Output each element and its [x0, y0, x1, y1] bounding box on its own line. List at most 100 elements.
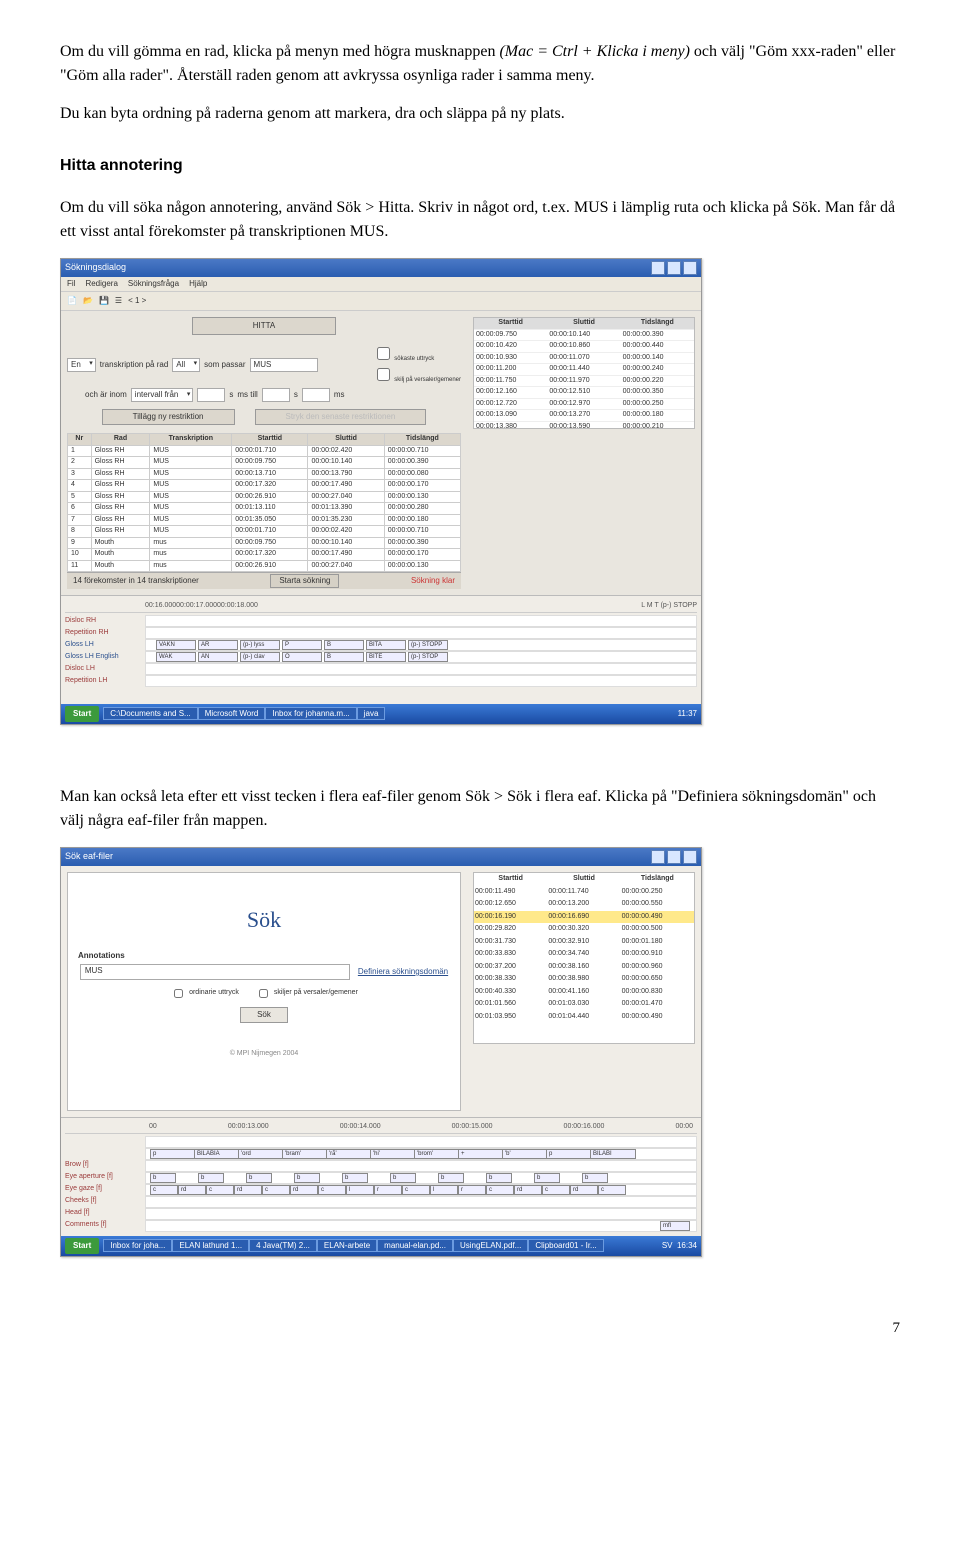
windows-taskbar-2[interactable]: Start Inbox for joha...ELAN lathund 1...…: [61, 1236, 701, 1256]
tier-row[interactable]: pBILABIA'ord'bram''rã''hi''brom'+'b'pBIL…: [65, 1148, 697, 1160]
toolbar-icon[interactable]: 📂: [83, 295, 93, 307]
table-row[interactable]: 00:00:16.19000:00:16.69000:00:00.490: [474, 911, 694, 924]
tier-row[interactable]: Eye gaze [f]crdcrdcrdclrclrcrdcrdc: [65, 1184, 697, 1196]
table-row[interactable]: 00:00:29.82000:00:30.32000:00:00.500: [474, 923, 694, 936]
table-row[interactable]: 5Gloss RHMUS00:00:26.91000:00:27.04000:0…: [68, 491, 461, 503]
define-domain-link[interactable]: Definiera sökningsdomän: [358, 966, 448, 978]
table-row[interactable]: 00:00:12.65000:00:13.20000:00:00.550: [474, 898, 694, 911]
start-search-button[interactable]: Starta sökning: [270, 574, 339, 588]
close-icon[interactable]: [683, 850, 697, 864]
add-restriction-button[interactable]: Tillägg ny restriktion: [102, 409, 235, 425]
table-row[interactable]: 11Mouthmus00:00:26.91000:00:27.04000:00:…: [68, 560, 461, 572]
tier-row[interactable]: Brow [f]: [65, 1160, 697, 1172]
table-row[interactable]: 00:00:13.09000:00:13.27000:00:00.180: [474, 410, 694, 422]
tier-row[interactable]: Comments [f]mfl: [65, 1220, 697, 1232]
tier-timeline-2[interactable]: 00 00:00:13.000 00:00:14.000 00:00:15.00…: [61, 1117, 701, 1236]
search-input[interactable]: MUS: [250, 358, 318, 372]
cb-skilj[interactable]: skilj på versaler/gemener: [373, 365, 461, 385]
menu-bar[interactable]: Fil Redigera Sökningsfråga Hjälp: [61, 277, 701, 292]
maximize-icon[interactable]: [667, 261, 681, 275]
toolbar[interactable]: 📄 📂 💾 ☰ < 1 >: [61, 292, 701, 311]
windows-taskbar[interactable]: Start C:\Documents and S...Microsoft Wor…: [61, 704, 701, 724]
table-row[interactable]: 00:00:12.72000:00:12.97000:00:00.250: [474, 398, 694, 410]
tier-row[interactable]: Eye aperture [f]bbbbbbbbbb: [65, 1172, 697, 1184]
start-button[interactable]: Start: [65, 706, 99, 722]
cb-sokaste[interactable]: sökaste uttryck: [373, 344, 461, 364]
table-row[interactable]: 00:00:10.93000:00:11.07000:00:00.140: [474, 352, 694, 364]
system-tray-2[interactable]: SV 16:34: [662, 1240, 697, 1252]
tier-row[interactable]: Gloss LHVAKNAR(p-) lyssPBBITA(p-) STOPP: [65, 639, 697, 651]
menu-fil[interactable]: Fil: [67, 278, 75, 290]
taskbar-item[interactable]: manual-elan.pd...: [377, 1239, 453, 1252]
select-intervall[interactable]: intervall från: [131, 388, 194, 402]
close-icon[interactable]: [683, 261, 697, 275]
start-button-2[interactable]: Start: [65, 1238, 99, 1254]
window-titlebar[interactable]: Sökningsdialog: [61, 259, 701, 277]
table-row[interactable]: 00:00:31.73000:00:32.91000:00:01.180: [474, 936, 694, 949]
search-field[interactable]: MUS: [80, 964, 350, 980]
table-row[interactable]: 4Gloss RHMUS00:00:17.32000:00:17.49000:0…: [68, 480, 461, 492]
tier-row[interactable]: Cheeks [f]: [65, 1196, 697, 1208]
window-titlebar-2[interactable]: Sök eaf-filer: [61, 848, 701, 866]
table-row[interactable]: 00:00:10.42000:00:10.86000:00:00.440: [474, 341, 694, 353]
taskbar-item[interactable]: 4 Java(TM) 2...: [249, 1239, 317, 1252]
taskbar-item[interactable]: Inbox for joha...: [103, 1239, 172, 1252]
sok-button[interactable]: Sök: [240, 1007, 288, 1023]
system-tray[interactable]: 11:37: [678, 708, 697, 720]
select-all[interactable]: All: [172, 358, 200, 372]
menu-sokningsfraga[interactable]: Sökningsfråga: [128, 278, 179, 290]
menu-redigera[interactable]: Redigera: [85, 278, 117, 290]
menu-hjalp[interactable]: Hjälp: [189, 278, 207, 290]
minimize-icon[interactable]: [651, 850, 665, 864]
tier-row[interactable]: Disloc RH: [65, 615, 697, 627]
toolbar-icon[interactable]: ☰: [115, 295, 122, 307]
tier-timeline[interactable]: 00:16.000 00:00:17.000 00:00:18.000 L M …: [61, 595, 701, 704]
table-row[interactable]: 00:00:09.75000:00:10.14000:00:00.390: [474, 329, 694, 341]
table-row[interactable]: 00:00:11.20000:00:11.44000:00:00.240: [474, 364, 694, 376]
tier-row[interactable]: [65, 1136, 697, 1148]
toolbar-icon[interactable]: < 1 >: [128, 295, 146, 307]
minimize-icon[interactable]: [651, 261, 665, 275]
taskbar-item[interactable]: Microsoft Word: [198, 707, 266, 720]
results-table[interactable]: NrRadTranskriptionStarttidSluttidTidslän…: [67, 433, 461, 572]
table-row[interactable]: 2Gloss RHMUS00:00:09.75000:00:10.14000:0…: [68, 457, 461, 469]
taskbar-item[interactable]: ELAN lathund 1...: [172, 1239, 249, 1252]
tier-row[interactable]: Head [f]: [65, 1208, 697, 1220]
tier-row[interactable]: Disloc LH: [65, 663, 697, 675]
table-row[interactable]: 00:00:13.38000:00:13.59000:00:00.210: [474, 421, 694, 429]
s-field[interactable]: [197, 388, 225, 402]
table-row[interactable]: 00:01:01.56000:01:03.03000:00:01.470: [474, 998, 694, 1011]
toolbar-icon[interactable]: 📄: [67, 295, 77, 307]
taskbar-item[interactable]: UsingELAN.pdf...: [453, 1239, 528, 1252]
table-row[interactable]: 3Gloss RHMUS00:00:13.71000:00:13.79000:0…: [68, 468, 461, 480]
tier-row[interactable]: Gloss LH EnglishWAKAN(p-) clavOBBITE(p-)…: [65, 651, 697, 663]
taskbar-item[interactable]: ELAN-arbete: [317, 1239, 377, 1252]
cb-versaler[interactable]: skiljer på versaler/gemener: [255, 986, 358, 1001]
tier-row[interactable]: Repetition RH: [65, 627, 697, 639]
table-row[interactable]: 10Mouthmus00:00:17.32000:00:17.49000:00:…: [68, 549, 461, 561]
select-en[interactable]: En: [67, 358, 96, 372]
cb-ordinarie[interactable]: ordinarie uttryck: [170, 986, 239, 1001]
table-row[interactable]: 00:00:33.83000:00:34.74000:00:00.910: [474, 948, 694, 961]
table-row[interactable]: 8Gloss RHMUS00:00:01.71000:00:02.42000:0…: [68, 526, 461, 538]
toolbar-icon[interactable]: 💾: [99, 295, 109, 307]
taskbar-item[interactable]: java: [357, 707, 386, 720]
taskbar-item[interactable]: C:\Documents and S...: [103, 707, 197, 720]
table-row[interactable]: 00:00:40.33000:00:41.16000:00:00.830: [474, 986, 694, 999]
right-time-table[interactable]: StarttidSluttidTidslängd00:00:09.75000:0…: [473, 317, 695, 429]
window-buttons[interactable]: [651, 261, 697, 275]
table-row[interactable]: 00:00:11.49000:00:11.74000:00:00.250: [474, 886, 694, 899]
table-row[interactable]: 9Mouthmus00:00:09.75000:00:10.14000:00:0…: [68, 537, 461, 549]
taskbar-item[interactable]: Clipboard01 - Ir...: [528, 1239, 603, 1252]
ms-field[interactable]: [302, 388, 330, 402]
table-row[interactable]: 6Gloss RHMUS00:01:13.11000:01:13.39000:0…: [68, 503, 461, 515]
table-row[interactable]: 00:00:38.33000:00:38.98000:00:00.650: [474, 973, 694, 986]
table-row[interactable]: 00:00:11.75000:00:11.97000:00:00.220: [474, 375, 694, 387]
table-row[interactable]: 7Gloss RHMUS00:01:35.05000:01:35.23000:0…: [68, 514, 461, 526]
tier-row[interactable]: Repetition LH: [65, 675, 697, 687]
hitta-button[interactable]: HITTA: [192, 317, 337, 335]
table-row[interactable]: 00:00:12.16000:00:12.51000:00:00.350: [474, 387, 694, 399]
right-time-table-2[interactable]: StarttidSluttidTidslängd00:00:11.49000:0…: [473, 872, 695, 1044]
taskbar-item[interactable]: Inbox for johanna.m...: [265, 707, 356, 720]
table-row[interactable]: 1Gloss RHMUS00:00:01.71000:00:02.42000:0…: [68, 445, 461, 457]
